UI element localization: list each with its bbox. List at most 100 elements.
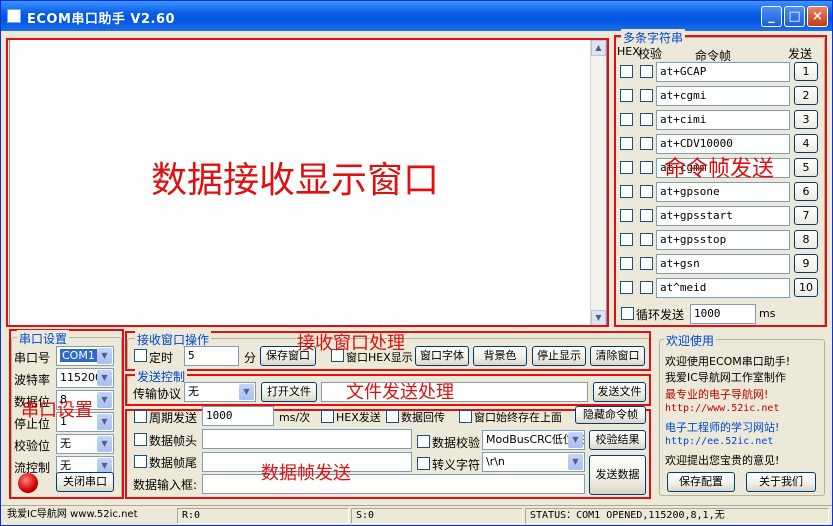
welcome-line-5: 电子工程师的学习网站! — [665, 421, 780, 434]
command-hex-checkbox[interactable] — [620, 257, 633, 270]
escape-select[interactable]: \r\n ▼ — [482, 452, 585, 472]
echo-label: 数据回传 — [401, 411, 445, 424]
data-input-field[interactable] — [202, 474, 585, 494]
command-send-button[interactable]: 7 — [794, 206, 818, 225]
minimize-button[interactable]: _ — [761, 6, 782, 27]
command-send-button[interactable]: 6 — [794, 182, 818, 201]
multi-string-label: 多条字符串 — [621, 29, 686, 46]
welcome-link-52ic[interactable]: http://www.52ic.net — [665, 403, 779, 414]
command-checksum-checkbox[interactable] — [640, 257, 653, 270]
command-input[interactable]: at+gpsstop — [656, 230, 790, 250]
port-status-led-icon — [18, 473, 38, 493]
send-data-button[interactable]: 发送数据 — [589, 455, 646, 495]
command-input[interactable]: at+GCAP — [656, 62, 790, 82]
command-checksum-checkbox[interactable] — [640, 281, 653, 294]
port-settings-label: 串口设置 — [17, 330, 70, 347]
clear-window-button[interactable]: 清除窗口 — [590, 346, 645, 366]
command-send-button[interactable]: 3 — [794, 110, 818, 129]
annotation-receive-process: 接收窗口处理 — [297, 333, 405, 354]
command-send-button[interactable]: 5 — [794, 158, 818, 177]
hex-send-checkbox[interactable] — [321, 410, 334, 423]
command-input[interactable]: at+cimi — [656, 110, 790, 130]
welcome-line-3: 最专业的电子导航网! — [665, 388, 769, 401]
check-header: 校验 — [638, 47, 663, 61]
chevron-down-icon: ▼ — [97, 414, 112, 430]
command-hex-checkbox[interactable] — [620, 281, 633, 294]
chevron-down-icon: ▼ — [568, 432, 583, 448]
chevron-down-icon: ▼ — [568, 454, 583, 470]
parity-label: 校验位 — [14, 439, 51, 453]
command-hex-checkbox[interactable] — [620, 137, 633, 150]
title-bar[interactable]: ECOM串口助手 V2.60 _ □ × — [1, 1, 832, 31]
command-send-button[interactable]: 8 — [794, 230, 818, 249]
command-checksum-checkbox[interactable] — [640, 233, 653, 246]
frame-tail-label: 数据帧尾 — [149, 456, 198, 470]
timer-checkbox[interactable] — [134, 349, 147, 362]
command-input[interactable]: at^meid — [656, 278, 790, 298]
command-send-button[interactable]: 1 — [794, 62, 818, 81]
command-checksum-checkbox[interactable] — [640, 185, 653, 198]
command-hex-checkbox[interactable] — [620, 113, 633, 126]
checksum-result-button[interactable]: 校验结果 — [589, 430, 646, 450]
about-button[interactable]: 关于我们 — [746, 472, 816, 492]
command-hex-checkbox[interactable] — [620, 65, 633, 78]
escape-checkbox[interactable] — [417, 457, 430, 470]
open-file-button[interactable]: 打开文件 — [261, 382, 317, 402]
frame-header-label: 数据帧头 — [149, 434, 198, 448]
save-config-button[interactable]: 保存配置 — [667, 472, 735, 492]
checksum-select[interactable]: ModBusCRC低位在 ▼ — [482, 430, 585, 450]
loop-interval-input[interactable]: 1000 — [690, 304, 756, 324]
escape-value: \r\n — [486, 455, 505, 468]
send-file-button[interactable]: 发送文件 — [593, 382, 646, 402]
background-color-button[interactable]: 背景色 — [473, 346, 527, 366]
close-button[interactable]: × — [807, 6, 828, 27]
frame-header-checkbox[interactable] — [134, 433, 147, 446]
command-send-button[interactable]: 4 — [794, 134, 818, 153]
command-checksum-checkbox[interactable] — [640, 113, 653, 126]
command-checksum-checkbox[interactable] — [640, 161, 653, 174]
command-input[interactable]: at+cgmi — [656, 86, 790, 106]
period-send-checkbox[interactable] — [134, 410, 147, 423]
maximize-button[interactable]: □ — [784, 6, 805, 27]
timer-input[interactable]: 5 — [184, 346, 239, 366]
welcome-link-ee[interactable]: http://ee.52ic.net — [665, 436, 773, 447]
command-input[interactable]: at+gpsstart — [656, 206, 790, 226]
command-hex-checkbox[interactable] — [620, 233, 633, 246]
command-send-button[interactable]: 9 — [794, 254, 818, 273]
hide-commands-button[interactable]: 隐藏命令帧 — [575, 406, 646, 424]
close-port-button[interactable]: 关闭串口 — [56, 472, 114, 492]
command-hex-checkbox[interactable] — [620, 89, 633, 102]
port-number-value: COM1 — [60, 349, 97, 362]
protocol-select[interactable]: 无 ▼ — [184, 382, 256, 402]
baud-rate-select[interactable]: 115200 ▼ — [56, 368, 114, 388]
stop-display-button[interactable]: 停止显示 — [532, 346, 586, 366]
period-interval-input[interactable]: 1000 — [202, 406, 274, 426]
timer-unit: 分 — [244, 351, 257, 365]
chevron-down-icon: ▼ — [239, 384, 254, 400]
parity-select[interactable]: 无 ▼ — [56, 434, 114, 454]
window-font-button[interactable]: 窗口字体 — [415, 346, 469, 366]
frame-tail-checkbox[interactable] — [134, 455, 147, 468]
command-checksum-checkbox[interactable] — [640, 209, 653, 222]
command-input[interactable]: at+gpsone — [656, 182, 790, 202]
main-window: ECOM串口助手 V2.60 _ □ × ▲ ▼ 数据接收显示窗口 多条字符串 … — [0, 0, 833, 526]
frame-header-input[interactable] — [202, 429, 412, 449]
command-input[interactable]: at+gsn — [656, 254, 790, 274]
command-checksum-checkbox[interactable] — [640, 137, 653, 150]
command-checksum-checkbox[interactable] — [640, 89, 653, 102]
data-input-label: 数据输入框: — [133, 478, 198, 492]
command-send-button[interactable]: 2 — [794, 86, 818, 105]
always-on-top-checkbox[interactable] — [459, 410, 472, 423]
echo-checkbox[interactable] — [386, 410, 399, 423]
command-checksum-checkbox[interactable] — [640, 65, 653, 78]
annotation-receive-display: 数据接收显示窗口 — [151, 160, 440, 201]
command-hex-checkbox[interactable] — [620, 161, 633, 174]
send-control-label: 发送控制 — [135, 368, 188, 385]
command-send-button[interactable]: 10 — [794, 278, 818, 297]
period-unit: ms/次 — [279, 411, 311, 424]
loop-send-checkbox[interactable] — [621, 307, 634, 320]
command-hex-checkbox[interactable] — [620, 209, 633, 222]
command-hex-checkbox[interactable] — [620, 185, 633, 198]
checksum-checkbox[interactable] — [417, 435, 430, 448]
port-number-select[interactable]: COM1 ▼ — [56, 346, 114, 366]
